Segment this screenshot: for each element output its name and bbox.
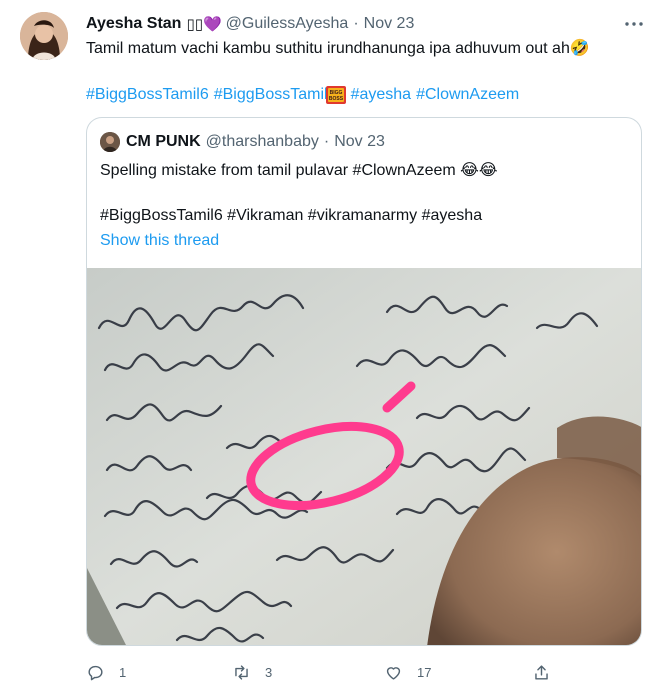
heart-icon <box>384 663 403 682</box>
quoted-date: Nov 23 <box>334 133 385 150</box>
handwritten-note-photo[interactable] <box>87 268 641 645</box>
more-icon[interactable] <box>624 16 644 32</box>
like-button[interactable]: 17 <box>384 660 431 684</box>
tweet-text: Tamil matum vachi kambu suthitu irundhan… <box>86 40 590 57</box>
tweet[interactable]: Ayesha Stan ▯▯💜 @GuilessAyesha · Nov 23 … <box>0 0 662 692</box>
share-button[interactable] <box>532 660 565 684</box>
retweet-count: 3 <box>265 664 273 680</box>
retweet-icon <box>232 663 251 682</box>
quoted-text: Spelling mistake from tamil pulavar #Clo… <box>100 162 498 179</box>
hashtag-link[interactable]: #BiggBossTamil6 <box>86 84 209 105</box>
tweet-header: Ayesha Stan ▯▯💜 @GuilessAyesha · Nov 23 <box>86 13 414 35</box>
hashtag-link[interactable]: #ClownAzeem <box>416 84 519 105</box>
svg-text:BOSS: BOSS <box>328 96 343 102</box>
separator-dot: · <box>353 15 359 32</box>
quoted-handle: @tharshanbaby <box>205 133 319 150</box>
hashtag-link[interactable]: #BiggBossTamil <box>214 84 328 105</box>
quoted-tweet[interactable]: CM PUNK @tharshanbaby · Nov 23 Spelling … <box>86 117 642 646</box>
quoted-header: CM PUNK @tharshanbaby · Nov 23 <box>100 131 385 153</box>
quoted-hashtags: #BiggBossTamil6 #Vikraman #vikramanarmy … <box>100 207 483 224</box>
reply-button[interactable]: 1 <box>86 660 126 684</box>
biggboss-hashflag-icon: BIGG BOSS <box>325 85 346 104</box>
retweet-button[interactable]: 3 <box>232 660 272 684</box>
quoted-avatar <box>100 132 120 152</box>
show-thread-link[interactable]: Show this thread <box>100 230 219 251</box>
author-handle[interactable]: @GuilessAyesha <box>226 15 349 33</box>
reply-icon <box>86 663 105 682</box>
author-badge: ▯▯💜 <box>186 16 222 33</box>
tweet-hashtags: #BiggBossTamil6 #BiggBossTamil BIGG BOSS… <box>86 84 524 105</box>
separator-dot: · <box>323 133 330 150</box>
like-count: 17 <box>417 664 432 680</box>
reply-count: 1 <box>119 664 127 680</box>
author-name[interactable]: Ayesha Stan <box>86 15 181 33</box>
hashtag-link[interactable]: #ayesha <box>351 84 412 105</box>
tweet-actions: 1 3 17 <box>86 660 556 684</box>
quoted-author-name: CM PUNK <box>126 133 201 150</box>
tweet-date[interactable]: Nov 23 <box>364 15 415 33</box>
share-icon <box>532 663 551 682</box>
author-avatar[interactable] <box>20 12 68 60</box>
